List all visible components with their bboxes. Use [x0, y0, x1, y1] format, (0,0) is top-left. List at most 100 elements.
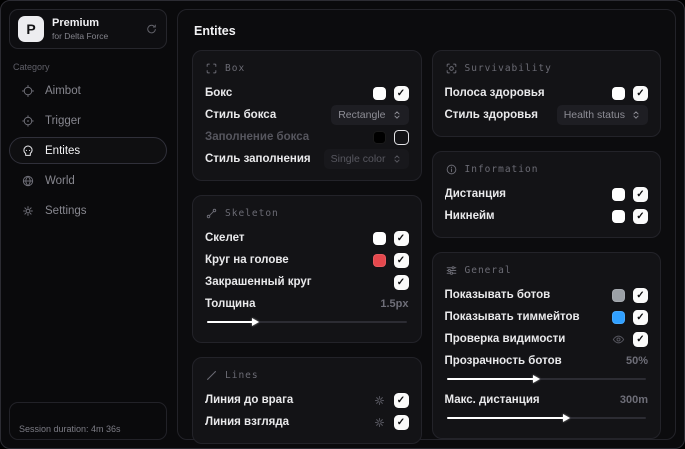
setting-label: Стиль заполнения: [205, 153, 311, 165]
color-swatch[interactable]: [612, 310, 625, 324]
slider-fill: [207, 321, 253, 323]
checkbox[interactable]: [393, 414, 409, 430]
setting-row-bot-opacity: Прозрачность ботов 50%: [445, 350, 649, 372]
color-swatch[interactable]: [372, 130, 386, 144]
sidebar-item-entities[interactable]: Entites: [9, 137, 167, 164]
setting-label: Никнейм: [444, 210, 495, 222]
checkbox[interactable]: [393, 252, 409, 268]
slider-value: 50%: [625, 355, 648, 367]
crosshair-icon: [21, 84, 35, 98]
card-title: Survivability: [464, 63, 552, 74]
setting-label: Проверка видимости: [444, 333, 566, 345]
sidebar-item-label: Entites: [45, 144, 81, 157]
setting-row-health-style: Стиль здоровья Health status: [444, 104, 648, 126]
setting-label: Показывать тиммейтов: [444, 311, 580, 323]
setting-label: Линия до врага: [205, 394, 294, 406]
sidebar-item-aimbot[interactable]: Aimbot: [9, 77, 167, 104]
checkbox[interactable]: [633, 331, 648, 347]
setting-label: Стиль здоровья: [444, 109, 539, 121]
health-style-select[interactable]: Health status: [556, 105, 648, 125]
max-distance-slider[interactable]: [446, 414, 646, 422]
slider-fill: [446, 417, 565, 419]
color-swatch[interactable]: [612, 86, 625, 100]
main-panel: Entites Box Бокс ✓ Стиль бокса Rectangle…: [177, 9, 676, 444]
card-box: Box Бокс Стиль бокса Rectangle: [192, 50, 422, 181]
premium-box: P Premium for Delta Force: [9, 9, 167, 49]
setting-row-show-bots: Показывать ботов: [444, 284, 648, 306]
sidebar: P Premium for Delta Force Category Aimbo…: [1, 1, 175, 448]
checkbox[interactable]: [393, 230, 409, 246]
card-skeleton: Skeleton Скелет Круг на голове: [192, 195, 422, 343]
checkbox[interactable]: [393, 85, 409, 101]
color-swatch[interactable]: [372, 86, 386, 100]
scan-circle-icon: [445, 62, 458, 75]
slider-thumb[interactable]: [533, 375, 541, 383]
setting-row-health-bar: Полоса здоровья: [445, 82, 648, 104]
slider-value: 1.5px: [380, 298, 409, 310]
bone-icon: [205, 207, 218, 220]
slider-thumb[interactable]: [251, 318, 259, 326]
box-style-select[interactable]: Rectangle: [331, 105, 409, 125]
thickness-slider[interactable]: [207, 318, 407, 326]
checkbox[interactable]: [633, 287, 648, 303]
brand-logo: P: [18, 16, 44, 42]
setting-label: Макс. дистанция: [444, 394, 540, 406]
color-swatch[interactable]: [612, 288, 625, 302]
sliders-icon: [445, 264, 458, 277]
sidebar-item-label: World: [45, 174, 75, 187]
checkbox[interactable]: [633, 186, 648, 202]
select-value: Single color: [330, 153, 386, 165]
checkbox[interactable]: [393, 274, 409, 290]
slider-thumb[interactable]: [563, 414, 571, 422]
globe-icon: [21, 174, 35, 188]
category-label: Category: [13, 62, 50, 72]
card-lines: Lines Линия до врага Линия взгляда: [192, 357, 422, 444]
color-swatch[interactable]: [372, 231, 386, 245]
eye-icon[interactable]: [612, 333, 625, 346]
line-settings-gear-icon[interactable]: [373, 416, 386, 429]
setting-label: Стиль бокса: [205, 109, 277, 121]
gear-icon: [21, 204, 35, 218]
checkbox[interactable]: [393, 129, 409, 145]
color-swatch[interactable]: [612, 209, 625, 223]
sidebar-item-trigger[interactable]: Trigger: [9, 107, 167, 134]
entities-icon: [21, 144, 35, 158]
setting-label: Толщина: [205, 298, 256, 310]
sidebar-item-label: Settings: [45, 204, 87, 217]
card-title: Skeleton: [225, 208, 279, 219]
setting-label: Линия взгляда: [205, 416, 290, 428]
setting-row-filled-circle: Закрашенный круг: [205, 271, 409, 293]
setting-row-max-distance: Макс. дистанция 300m: [445, 389, 649, 411]
setting-label: Прозрачность ботов: [444, 355, 562, 367]
brand-name: Premium: [52, 16, 100, 29]
unfold-icon: [631, 110, 641, 120]
setting-label: Закрашенный круг: [205, 276, 312, 288]
checkbox[interactable]: [393, 392, 409, 408]
setting-label: Дистанция: [444, 188, 506, 200]
refresh-icon[interactable]: [145, 23, 158, 36]
page-title: Entites: [194, 24, 236, 38]
color-swatch[interactable]: [612, 187, 625, 201]
card-information: Information Дистанция Никнейм: [431, 151, 661, 238]
sidebar-item-settings[interactable]: Settings: [9, 197, 167, 224]
line-settings-gear-icon[interactable]: [373, 394, 386, 407]
setting-row-box: Бокс: [205, 82, 409, 104]
sidebar-item-label: Aimbot: [45, 84, 81, 97]
info-icon: [445, 163, 458, 176]
checkbox[interactable]: [633, 208, 648, 224]
fill-style-select[interactable]: Single color: [323, 149, 409, 169]
setting-row-head-circle: Круг на голове: [205, 249, 409, 271]
sidebar-item-world[interactable]: World: [9, 167, 167, 194]
setting-label: Заполнение бокса: [205, 131, 310, 143]
session-box: Session duration: 4m 36s: [9, 402, 167, 440]
session-duration: Session duration: 4m 36s: [19, 424, 121, 434]
checkbox[interactable]: [633, 85, 648, 101]
color-swatch[interactable]: [372, 253, 386, 267]
setting-row-nickname: Никнейм: [444, 205, 648, 227]
checkbox[interactable]: [633, 309, 648, 325]
box-outline-icon: [205, 62, 218, 75]
bot-opacity-slider[interactable]: [446, 375, 646, 383]
setting-row-enemy-line: Линия до врага: [205, 389, 409, 411]
setting-label: Показывать ботов: [444, 289, 551, 301]
card-title: General: [464, 265, 512, 276]
